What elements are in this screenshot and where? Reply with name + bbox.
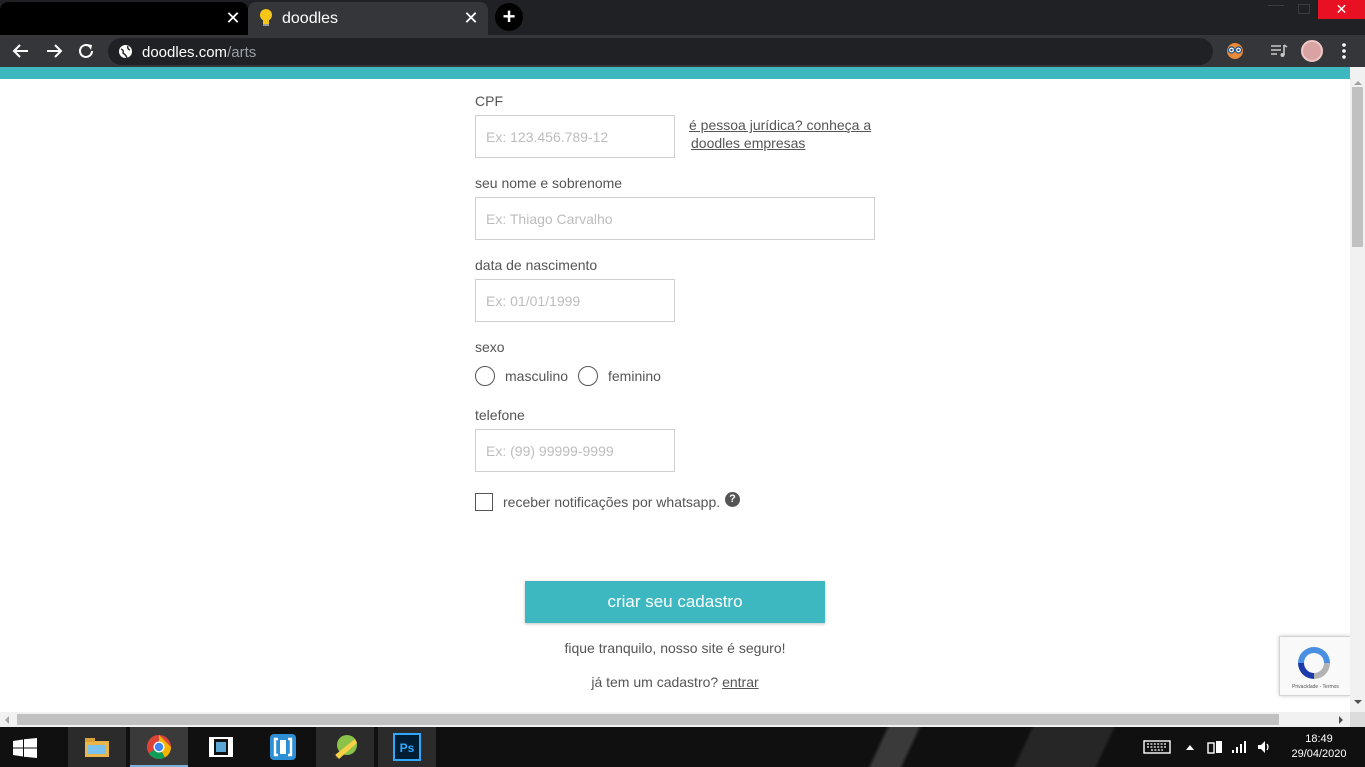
- window-close-button[interactable]: ✕: [1318, 0, 1365, 19]
- horizontal-scroll-thumb[interactable]: [17, 714, 1279, 725]
- taskbar-file-explorer[interactable]: [68, 727, 126, 767]
- folder-icon: [85, 738, 109, 757]
- scroll-up-icon[interactable]: [1354, 81, 1362, 85]
- business-link-line2[interactable]: doodles empresas: [691, 134, 871, 152]
- extension-icon[interactable]: [1225, 42, 1245, 60]
- clock-date: 29/04/2020: [1291, 748, 1347, 760]
- chrome-icon: [146, 735, 171, 760]
- help-icon[interactable]: ?: [725, 492, 740, 507]
- volume-icon[interactable]: [1256, 739, 1272, 755]
- new-tab-button[interactable]: +: [495, 3, 523, 31]
- phone-label: telefone: [475, 407, 525, 423]
- birthdate-label: data de nascimento: [475, 257, 598, 273]
- lightbulb-icon: [260, 9, 272, 26]
- scroll-down-icon[interactable]: [1354, 700, 1362, 704]
- signup-page: CPF é pessoa jurídica? conheça a doodles…: [0, 79, 1350, 712]
- film-icon: [209, 737, 233, 757]
- profile-avatar[interactable]: [1301, 40, 1323, 62]
- scroll-corner: [1350, 712, 1365, 727]
- security-note: fique tranquilo, nosso site é seguro!: [564, 640, 786, 656]
- close-tab-icon[interactable]: ✕: [223, 7, 243, 29]
- whatsapp-checkbox[interactable]: [475, 493, 493, 511]
- login-prompt: já tem um cadastro? entrar: [0, 674, 1350, 690]
- taskbar-code-editor[interactable]: [254, 727, 312, 767]
- tab-doodles[interactable]: doodles ✕: [248, 2, 488, 35]
- more-menu-icon[interactable]: [1337, 42, 1351, 60]
- media-controls-icon[interactable]: [1270, 43, 1288, 59]
- recaptcha-badge[interactable]: Privacidade - Termos: [1279, 636, 1350, 696]
- cpf-input[interactable]: [475, 115, 675, 158]
- whatsapp-checkbox-label[interactable]: receber notificações por whatsapp.: [503, 494, 720, 510]
- network-icon[interactable]: [1231, 739, 1247, 755]
- radio-feminino-label[interactable]: feminino: [608, 368, 661, 384]
- address-bar[interactable]: doodles.com/arts: [108, 38, 1213, 65]
- scroll-left-icon[interactable]: [5, 716, 9, 724]
- reload-icon[interactable]: [73, 38, 99, 64]
- sex-label: sexo: [475, 339, 505, 355]
- vertical-scroll-thumb[interactable]: [1352, 87, 1363, 247]
- keyboard-icon[interactable]: [1143, 740, 1171, 754]
- windows-start-icon[interactable]: [12, 738, 38, 758]
- recaptcha-icon: [1298, 647, 1330, 679]
- back-arrow-icon[interactable]: [8, 38, 34, 64]
- taskbar-photoshop[interactable]: Ps: [378, 727, 436, 767]
- photoshop-label: Ps: [400, 741, 415, 755]
- phone-input[interactable]: [475, 429, 675, 472]
- tab-title: doodles: [282, 10, 339, 27]
- business-link-line1[interactable]: é pessoa jurídica? conheça a: [689, 116, 871, 134]
- url-text: doodles.com/arts: [142, 44, 257, 61]
- photoshop-icon: Ps: [393, 733, 421, 761]
- windows-taskbar: Ps 18:49 29/04/2020: [0, 727, 1365, 767]
- scroll-right-icon[interactable]: [1339, 716, 1343, 724]
- taskbar-video-editor[interactable]: [192, 727, 250, 767]
- chevron-up-icon[interactable]: [1185, 743, 1195, 751]
- browser-toolbar: doodles.com/arts: [0, 35, 1365, 67]
- tab-strip: ✕ doodles ✕ + ✕: [0, 0, 1365, 35]
- cpf-label: CPF: [475, 93, 503, 109]
- name-label: seu nome e sobrenome: [475, 175, 623, 191]
- device-icon[interactable]: [1207, 739, 1223, 755]
- site-header-bar: [0, 67, 1350, 79]
- radio-masculino[interactable]: [475, 366, 495, 386]
- login-link[interactable]: entrar: [722, 674, 759, 690]
- login-prompt-text: já tem um cadastro?: [591, 674, 719, 690]
- close-tab-icon[interactable]: ✕: [461, 7, 481, 29]
- minimize-icon[interactable]: [1268, 5, 1284, 6]
- radio-feminino[interactable]: [578, 366, 598, 386]
- horizontal-scrollbar[interactable]: [0, 712, 1350, 727]
- taskbar-chrome[interactable]: [130, 727, 188, 767]
- vertical-scrollbar[interactable]: [1350, 67, 1365, 712]
- game-icon: [332, 735, 357, 760]
- clock[interactable]: 18:49 29/04/2020: [1283, 732, 1355, 762]
- name-input[interactable]: [475, 197, 875, 240]
- site-info-icon[interactable]: [118, 44, 133, 59]
- taskbar-game[interactable]: [316, 727, 374, 767]
- tab-inactive[interactable]: ✕: [0, 2, 248, 35]
- clock-time: 18:49: [1305, 733, 1333, 745]
- radio-masculino-label[interactable]: masculino: [505, 368, 568, 384]
- business-account-link[interactable]: é pessoa jurídica? conheça a doodles emp…: [689, 116, 871, 152]
- recaptcha-terms[interactable]: Privacidade - Termos: [1280, 684, 1351, 690]
- forward-arrow-icon[interactable]: [41, 38, 67, 64]
- maximize-icon[interactable]: [1298, 4, 1310, 14]
- create-account-button[interactable]: criar seu cadastro: [525, 581, 825, 623]
- birthdate-input[interactable]: [475, 279, 675, 322]
- bracket-app-icon: [270, 734, 296, 760]
